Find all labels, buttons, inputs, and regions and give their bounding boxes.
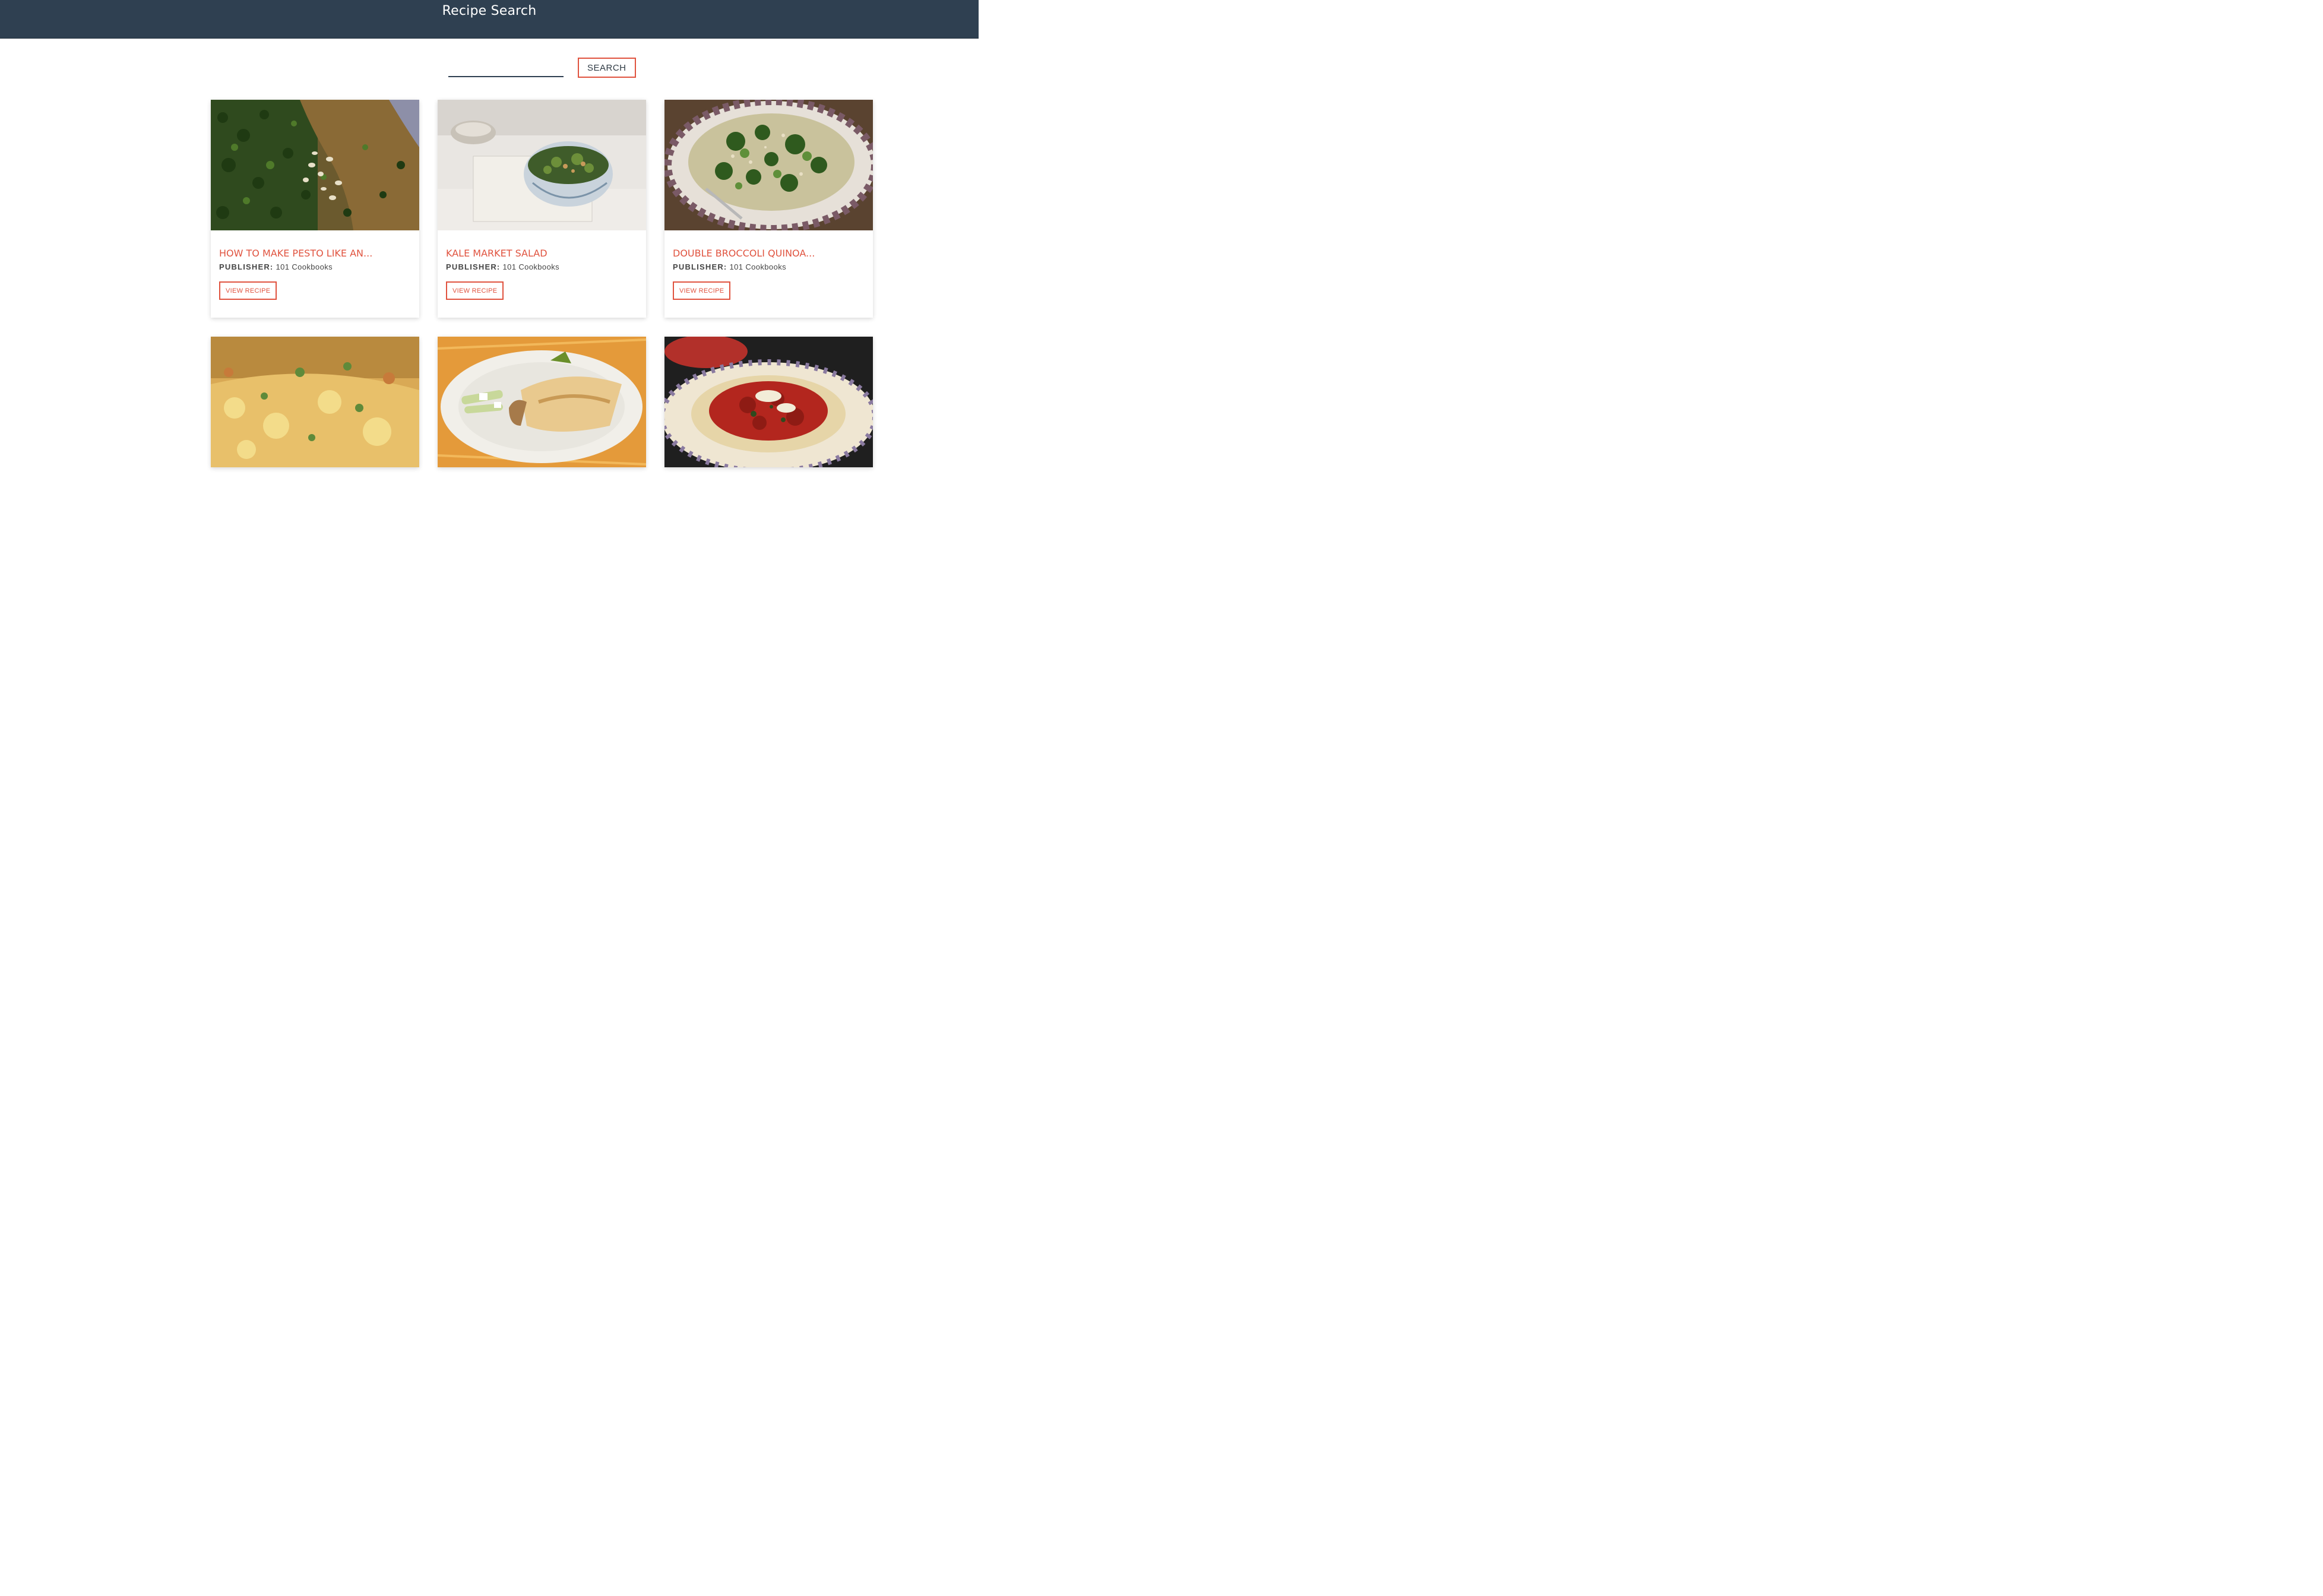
app-title: Recipe Search: [442, 4, 537, 18]
search-button[interactable]: SEARCH: [578, 58, 636, 78]
publisher-name: 101 Cookbooks: [729, 262, 786, 271]
recipe-card: [211, 337, 419, 467]
chicken-parmesan-image[interactable]: [664, 337, 873, 467]
recipe-card: KALE MARKET SALAD PUBLISHER: 101 Cookbook…: [438, 100, 646, 318]
search-form: SEARCH: [448, 58, 636, 78]
burrito-plate-image[interactable]: [438, 337, 646, 467]
recipe-card-body: DOUBLE BROCCOLI QUINOA... PUBLISHER: 101 …: [664, 230, 873, 318]
publisher-label: PUBLISHER:: [219, 262, 274, 271]
recipe-card: [438, 337, 646, 467]
publisher-label: PUBLISHER:: [673, 262, 727, 271]
app-viewport: Recipe Search SEARCH HOW TO MAKE PESTO L…: [0, 0, 979, 481]
recipe-card-body: HOW TO MAKE PESTO LIKE AN... PUBLISHER: 1…: [211, 230, 419, 318]
publisher-name: 101 Cookbooks: [276, 262, 333, 271]
salad-bowl-image[interactable]: [438, 100, 646, 230]
recipe-grid: HOW TO MAKE PESTO LIKE AN... PUBLISHER: 1…: [211, 100, 873, 467]
recipe-publisher: PUBLISHER: 101 Cookbooks: [219, 262, 411, 271]
search-input[interactable]: [448, 58, 564, 77]
recipe-card-body: KALE MARKET SALAD PUBLISHER: 101 Cookbook…: [438, 230, 646, 318]
frittata-image[interactable]: [211, 337, 419, 467]
recipe-publisher: PUBLISHER: 101 Cookbooks: [446, 262, 638, 271]
recipe-publisher: PUBLISHER: 101 Cookbooks: [673, 262, 865, 271]
recipe-card: HOW TO MAKE PESTO LIKE AN... PUBLISHER: 1…: [211, 100, 419, 318]
publisher-name: 101 Cookbooks: [502, 262, 559, 271]
view-recipe-button[interactable]: VIEW RECIPE: [446, 281, 504, 300]
recipe-title[interactable]: DOUBLE BROCCOLI QUINOA...: [673, 248, 865, 259]
recipe-title[interactable]: KALE MARKET SALAD: [446, 248, 638, 259]
recipe-card: [664, 337, 873, 467]
recipe-card: DOUBLE BROCCOLI QUINOA... PUBLISHER: 101 …: [664, 100, 873, 318]
publisher-label: PUBLISHER:: [446, 262, 501, 271]
view-recipe-button[interactable]: VIEW RECIPE: [673, 281, 731, 300]
view-recipe-button[interactable]: VIEW RECIPE: [219, 281, 277, 300]
app-header: Recipe Search: [0, 0, 979, 39]
recipe-title[interactable]: HOW TO MAKE PESTO LIKE AN...: [219, 248, 411, 259]
pesto-image[interactable]: [211, 100, 419, 230]
broccoli-quinoa-image[interactable]: [664, 100, 873, 230]
